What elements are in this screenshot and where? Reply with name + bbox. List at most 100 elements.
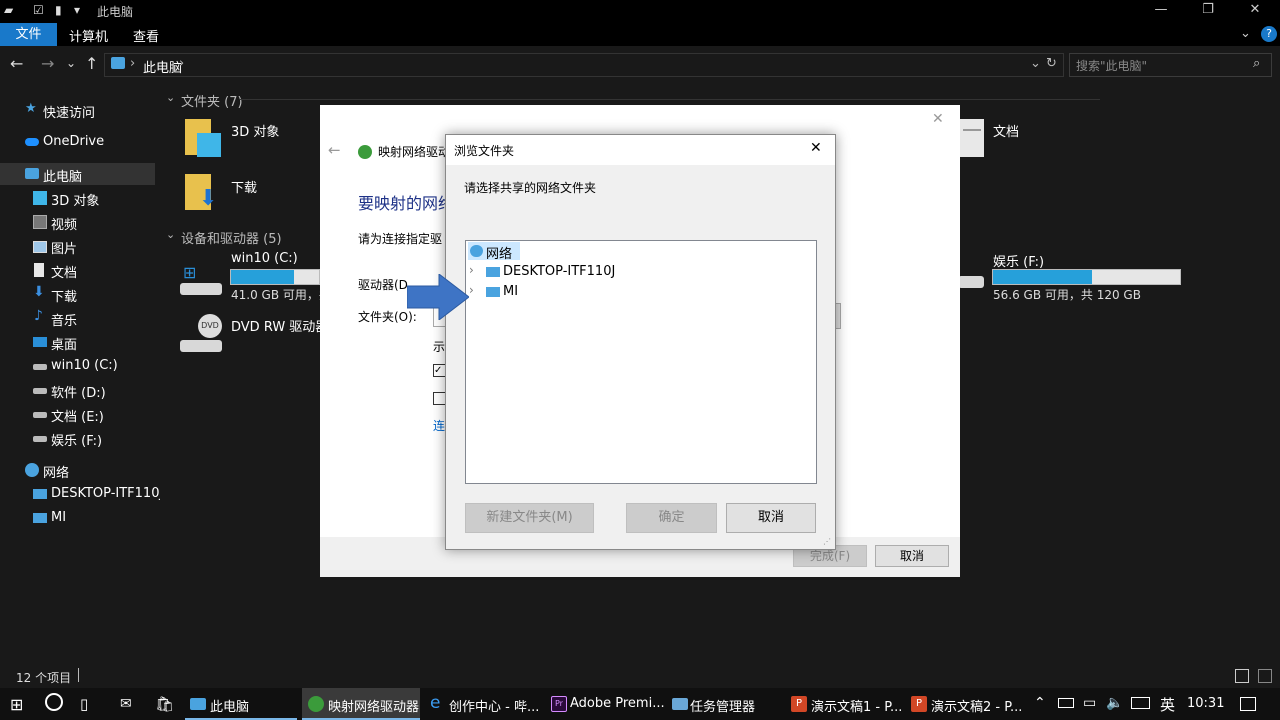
task-view-button[interactable]: ▯	[80, 695, 88, 713]
details-view-icon[interactable]	[1235, 669, 1249, 683]
breadcrumb-chevron-icon[interactable]: ›	[179, 56, 184, 71]
music-icon: ♪	[34, 308, 43, 324]
sidebar-item-drive-d[interactable]: 软件 (D:)	[0, 379, 155, 401]
customize-quick-access-icon[interactable]: ▾	[74, 3, 80, 17]
taskbar-item-ppt-1[interactable]: P 演示文稿1 - P...	[785, 688, 903, 720]
sidebar-item-quick-access[interactable]: ★ 快速访问	[0, 99, 155, 121]
back-button[interactable]: ←	[10, 54, 23, 73]
volume-icon[interactable]: 🔈	[1106, 695, 1123, 711]
network-icon	[25, 463, 39, 477]
store-icon[interactable]: 🛍	[155, 695, 174, 713]
dvd-disc-icon: DVD	[198, 314, 222, 338]
tab-computer[interactable]: 计算机	[69, 26, 108, 45]
sidebar-item-3d-objects[interactable]: 3D 对象	[0, 187, 155, 209]
folders-group-header[interactable]: 文件夹 (7)	[181, 91, 243, 110]
expand-ribbon-icon[interactable]: ⌄	[1240, 26, 1251, 41]
minimize-button[interactable]: —	[1138, 2, 1184, 17]
sidebar-item-drive-f[interactable]: 娱乐 (F:)	[0, 427, 155, 449]
tree-item-network[interactable]: 网络	[468, 242, 520, 262]
sidebar-item-drive-c[interactable]: win10 (C:)	[0, 355, 155, 377]
properties-icon[interactable]: ☑	[33, 3, 44, 17]
folder-downloads[interactable]: ⬇	[185, 174, 221, 216]
maximize-button[interactable]: ❐	[1185, 2, 1231, 17]
start-button[interactable]: ⊞	[10, 695, 23, 714]
search-button[interactable]	[45, 693, 63, 711]
desktop-icon	[33, 337, 47, 347]
taskbar-item-ppt-2[interactable]: P 演示文稿2 - P...	[905, 688, 1023, 720]
wizard-back-button[interactable]: ←	[328, 141, 341, 159]
recent-locations-icon[interactable]: ⌄	[66, 56, 76, 70]
tree-item-desktop-itf110j[interactable]: › DESKTOP-ITF110J	[469, 263, 649, 281]
address-bar[interactable]: › 此电脑 › ⌄ ↻	[104, 53, 1064, 77]
wizard-close-button[interactable]: ✕	[932, 111, 944, 127]
expand-chevron-icon[interactable]: ›	[469, 283, 474, 297]
sidebar-item-desktop[interactable]: 桌面	[0, 331, 155, 353]
sidebar-item-pictures[interactable]: 图片	[0, 235, 155, 257]
sidebar-item-this-pc[interactable]: 此电脑	[0, 163, 155, 185]
folder-tree[interactable]: 网络 › DESKTOP-ITF110J › MI	[465, 240, 817, 484]
tree-item-mi[interactable]: › MI	[469, 283, 549, 301]
taskbar-item-premiere[interactable]: Pr Adobe Premi...	[545, 688, 665, 720]
taskbar-item-map-drive[interactable]: 映射网络驱动器	[302, 688, 420, 720]
dialog-prompt: 请选择共享的网络文件夹	[464, 181, 597, 195]
dvd-drive-tile[interactable]: DVD	[180, 314, 224, 354]
ribbon: 文件 计算机 查看 ⌄ ?	[0, 23, 1280, 46]
sidebar-item-desktop-itf110j[interactable]: DESKTOP-ITF110J	[0, 483, 163, 505]
search-icon[interactable]: ⌕	[1253, 56, 1260, 71]
refresh-icon[interactable]: ↻	[1046, 56, 1057, 71]
dialog-close-button[interactable]: ✕	[810, 140, 822, 156]
battery-icon[interactable]	[1058, 698, 1074, 708]
sidebar-item-downloads[interactable]: ⬇ 下载	[0, 283, 155, 305]
wizard-cancel-button[interactable]: 取消	[875, 545, 949, 567]
breadcrumb[interactable]: 此电脑	[143, 57, 182, 76]
status-divider	[78, 668, 79, 682]
network-drive-icon	[358, 145, 372, 159]
dialog-title: 浏览文件夹	[454, 144, 515, 158]
close-button[interactable]: ✕	[1232, 2, 1278, 17]
sidebar-item-videos[interactable]: 视频	[0, 211, 155, 233]
drive-c-tile[interactable]: ⊞	[180, 263, 224, 297]
sidebar-item-documents[interactable]: 文档	[0, 259, 155, 281]
forward-button[interactable]: →	[41, 54, 54, 73]
sidebar-item-music[interactable]: ♪ 音乐	[0, 307, 155, 329]
ok-button[interactable]: 确定	[626, 503, 717, 533]
connect-website-link[interactable]: 连	[433, 417, 445, 434]
address-history-icon[interactable]: ⌄	[1030, 56, 1041, 71]
expand-chevron-icon[interactable]: ›	[469, 263, 474, 277]
taskbar-item-this-pc[interactable]: 此电脑	[185, 688, 297, 720]
folder-label: 文档	[993, 125, 1020, 140]
address-row: ← → ⌄ ↑ › 此电脑 › ⌄ ↻ 搜索"此电脑" ⌕	[0, 48, 1280, 80]
drives-group-header[interactable]: 设备和驱动器 (5)	[181, 228, 282, 247]
network-tray-icon[interactable]: ▭	[1083, 695, 1096, 711]
clock[interactable]: 10:31	[1187, 696, 1224, 711]
sidebar-item-onedrive[interactable]: OneDrive	[0, 131, 155, 153]
new-folder-button[interactable]: 新建文件夹(M)	[465, 503, 594, 533]
drive-label: DVD RW 驱动器	[231, 320, 329, 335]
collapse-folders-icon[interactable]: ⌄	[166, 91, 175, 104]
dialog-cancel-button[interactable]: 取消	[726, 503, 816, 533]
title-bar: ▰ ☑ ▮ ▾ 此电脑 — ❐ ✕	[0, 0, 1280, 23]
mail-icon[interactable]: ✉	[120, 696, 132, 712]
tab-file[interactable]: 文件	[0, 23, 57, 46]
resize-grip-icon[interactable]: ⋰	[823, 537, 831, 546]
drive-f-icon[interactable]	[958, 276, 984, 288]
sidebar-item-drive-e[interactable]: 文档 (E:)	[0, 403, 155, 425]
input-method-indicator[interactable]: 英	[1160, 694, 1175, 715]
new-folder-icon[interactable]: ▮	[55, 3, 62, 17]
folder-documents[interactable]	[960, 119, 984, 157]
up-button[interactable]: ↑	[85, 54, 98, 73]
help-icon[interactable]: ?	[1261, 26, 1277, 42]
tab-view[interactable]: 查看	[133, 26, 159, 45]
taskbar-item-task-manager[interactable]: 任务管理器	[666, 688, 778, 720]
sidebar-item-network[interactable]: 网络	[0, 459, 155, 481]
notification-center-icon[interactable]	[1240, 697, 1256, 711]
large-icons-view-icon[interactable]	[1258, 669, 1272, 683]
sidebar-item-mi[interactable]: MI	[0, 507, 155, 529]
document-icon	[963, 129, 981, 131]
search-input[interactable]: 搜索"此电脑" ⌕	[1069, 53, 1272, 77]
collapse-drives-icon[interactable]: ⌄	[166, 228, 175, 241]
show-hidden-icons-icon[interactable]: ⌃	[1034, 695, 1046, 711]
folder-3d-objects[interactable]	[185, 119, 221, 161]
keyboard-icon[interactable]	[1131, 697, 1150, 709]
taskbar-item-edge[interactable]: e 创作中心 - 哔...	[424, 688, 542, 720]
